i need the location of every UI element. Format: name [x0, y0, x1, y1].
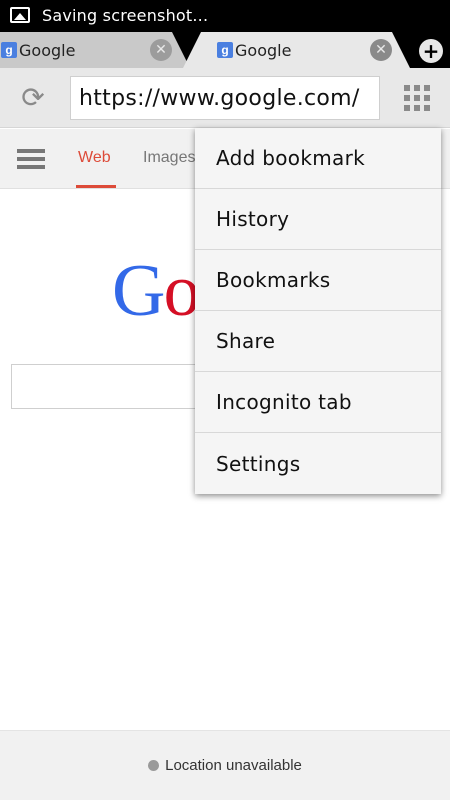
location-dot-icon [148, 760, 160, 771]
active-tab-indicator [76, 185, 116, 188]
menu-item-add-bookmark[interactable]: Add bookmark [195, 128, 441, 189]
google-favicon-icon: g [1, 42, 17, 58]
location-footer: Location unavailable [0, 730, 450, 800]
plus-icon[interactable]: + [419, 39, 443, 63]
menu-item-settings[interactable]: Settings [195, 433, 441, 494]
status-bar: Saving screenshot... [0, 0, 450, 30]
status-text: Saving screenshot... [42, 5, 209, 25]
url-input[interactable] [70, 76, 380, 120]
tab-web[interactable]: Web [78, 149, 111, 167]
tab-google-1[interactable]: g Google ✕ [0, 32, 190, 68]
close-icon[interactable]: ✕ [150, 39, 172, 61]
menu-item-bookmarks[interactable]: Bookmarks [195, 250, 441, 311]
browser-toolbar: ⟳ [0, 68, 450, 128]
menu-item-incognito-tab[interactable]: Incognito tab [195, 372, 441, 433]
menu-item-history[interactable]: History [195, 189, 441, 250]
tab-title: Google [235, 40, 292, 60]
grid-icon[interactable] [404, 85, 430, 111]
logo-letter-g: G [112, 250, 165, 332]
tab-title: Google [19, 40, 76, 60]
tab-images[interactable]: Images [143, 149, 195, 167]
logo-letter-o: o [163, 250, 200, 332]
image-icon [10, 7, 30, 23]
menu-item-share[interactable]: Share [195, 311, 441, 372]
tab-strip: g Google ✕ g Google ✕ [0, 30, 450, 68]
tab-google-2[interactable]: g Google ✕ [183, 32, 410, 68]
overflow-menu: Add bookmark History Bookmarks Share Inc… [195, 128, 441, 494]
browser-screen: Saving screenshot... g Google ✕ g Google… [0, 0, 450, 800]
google-logo: Go [112, 254, 200, 328]
google-favicon-icon: g [217, 42, 233, 58]
hamburger-icon[interactable] [17, 149, 45, 169]
close-icon[interactable]: ✕ [370, 39, 392, 61]
reload-icon[interactable]: ⟳ [18, 83, 48, 113]
location-status: Location unavailable [165, 757, 302, 774]
